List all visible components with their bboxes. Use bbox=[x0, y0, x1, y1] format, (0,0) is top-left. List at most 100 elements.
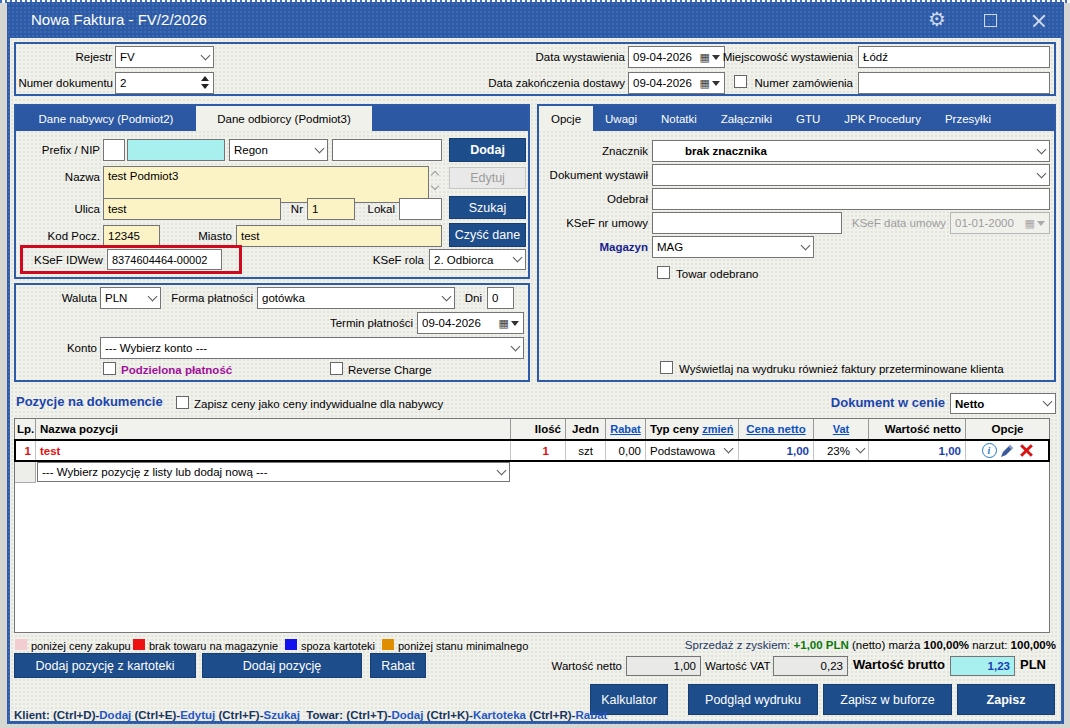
ulica-input[interactable]: test bbox=[103, 198, 281, 220]
forma-platnosci-value: gotówka bbox=[262, 292, 443, 304]
settings-gear-icon[interactable]: ⚙ bbox=[928, 7, 946, 31]
tab-zalaczniki[interactable]: Załączniki bbox=[709, 106, 784, 131]
regon-select[interactable]: Regon bbox=[229, 139, 328, 161]
odebral-input[interactable] bbox=[652, 188, 1050, 210]
ulica-label: Ulica bbox=[30, 202, 100, 216]
rabat-button[interactable]: Rabat bbox=[370, 653, 426, 678]
spinner-arrows-icon[interactable] bbox=[201, 76, 209, 89]
status-link-kartoteka: Kartoteka bbox=[473, 709, 526, 721]
dropdown-arrow-icon bbox=[712, 55, 720, 60]
tab-notatki[interactable]: Notatki bbox=[649, 106, 709, 131]
position-picker-select[interactable]: --- Wybierz pozycję z listy lub dodaj no… bbox=[37, 462, 510, 482]
dni-input[interactable]: 0 bbox=[487, 287, 514, 309]
nip-input[interactable] bbox=[127, 139, 225, 161]
col-vat[interactable]: Vat bbox=[814, 419, 869, 439]
row-vat[interactable]: 23% bbox=[814, 441, 869, 460]
edit-pencil-icon[interactable] bbox=[1000, 443, 1015, 458]
znacznik-label: Znacznik bbox=[560, 144, 648, 158]
profit-marza: 100,00% bbox=[924, 639, 969, 651]
znacznik-select[interactable]: brak znacznika bbox=[652, 140, 1050, 162]
magazyn-select[interactable]: MAG bbox=[652, 236, 814, 258]
wyswietlaj-checkbox[interactable] bbox=[660, 361, 673, 374]
kod-pocztowy-input[interactable]: 12345 bbox=[103, 225, 160, 247]
rejestr-label: Rejestr bbox=[24, 50, 112, 64]
dropdown-arrow-icon bbox=[1037, 221, 1045, 226]
chevron-down-icon bbox=[1037, 168, 1047, 178]
dodaj-button[interactable]: Dodaj bbox=[449, 138, 526, 162]
legend-label-2: brak towaru na magazynie bbox=[149, 639, 278, 653]
tab-jpk-procedury[interactable]: JPK Procedury bbox=[832, 106, 933, 131]
ksef-rola-select[interactable]: 2. Odbiorca bbox=[429, 249, 526, 270]
status-link-szukaj: Szukaj bbox=[264, 709, 300, 721]
zapisz-button[interactable]: Zapisz bbox=[957, 684, 1055, 715]
delete-x-icon[interactable] bbox=[1018, 443, 1033, 458]
regon-number-input[interactable] bbox=[332, 139, 442, 161]
tab-dane-nabywcy[interactable]: Dane nabywcy (Podmiot2) bbox=[16, 106, 196, 131]
rejestr-select[interactable]: FV bbox=[115, 46, 214, 68]
data-zakonczenia-value: 09-04-2026 bbox=[633, 77, 700, 89]
data-zakonczenia-input[interactable]: 09-04-2026▦ bbox=[628, 72, 725, 94]
waluta-select[interactable]: PLN bbox=[100, 287, 161, 309]
nazwa-scroll-arrows-icon[interactable] bbox=[432, 172, 438, 189]
profit-label: Sprzedaż z zyskiem: bbox=[685, 639, 790, 651]
nr-label: Nr bbox=[283, 202, 303, 216]
positions-table-header: Lp. Nazwa pozycji Ilość Jedn Rabat Typ c… bbox=[15, 419, 1049, 440]
szukaj-button[interactable]: Szukaj bbox=[449, 196, 526, 219]
ksef-data-umowy-input: 01-01-2000▦ bbox=[950, 212, 1050, 234]
tab-dane-odbiorcy[interactable]: Dane odbiorcy (Podmiot3) bbox=[196, 106, 372, 131]
miejscowosc-input[interactable]: Łódź bbox=[858, 46, 1050, 68]
czysc-dane-button[interactable]: Czyść dane bbox=[449, 223, 526, 247]
wartosc-vat-field: 0,23 bbox=[773, 656, 848, 676]
wartosc-netto-field: 1,00 bbox=[626, 656, 701, 676]
ksef-idwew-input[interactable]: 8374604464-00002 bbox=[107, 249, 222, 270]
podzielona-platnosc-checkbox[interactable] bbox=[103, 362, 116, 375]
prefix-input[interactable] bbox=[103, 139, 125, 161]
ksef-rola-value: 2. Odbiorca bbox=[434, 254, 514, 266]
termin-platnosci-input[interactable]: 09-04-2026▦ bbox=[417, 312, 524, 334]
tab-gtu[interactable]: GTU bbox=[784, 106, 832, 131]
position-picker-value: --- Wybierz pozycję z listy lub dodaj no… bbox=[42, 466, 498, 478]
tab-uwagi[interactable]: Uwagi bbox=[593, 106, 649, 131]
zapisz-ceny-checkbox[interactable] bbox=[176, 396, 189, 409]
calendar-icon: ▦ bbox=[1025, 218, 1035, 228]
rejestr-value: FV bbox=[120, 51, 202, 63]
konto-select[interactable]: --- Wybierz konto --- bbox=[100, 337, 524, 359]
dokument-w-cenie-select[interactable]: Netto bbox=[950, 393, 1056, 414]
ksef-nr-umowy-input[interactable] bbox=[652, 212, 842, 234]
zapisz-w-buforze-button[interactable]: Zapisz w buforze bbox=[823, 684, 952, 715]
chevron-down-icon bbox=[497, 465, 507, 475]
legend-swatch-blue bbox=[285, 639, 297, 650]
miasto-input[interactable]: test bbox=[236, 225, 442, 247]
status-link-dodaj-towar: Dodaj bbox=[391, 709, 423, 721]
ksef-idwew-label: KSeF IDWew bbox=[34, 253, 103, 267]
close-icon[interactable] bbox=[1031, 13, 1047, 29]
chevron-down-icon bbox=[513, 253, 523, 263]
waluta-label: Waluta bbox=[30, 291, 97, 305]
dodaj-pozycje-z-kartoteki-button[interactable]: Dodaj pozycję z kartoteki bbox=[14, 653, 196, 678]
wartosc-brutto-value: 1,23 bbox=[988, 660, 1010, 672]
info-icon[interactable]: i bbox=[982, 443, 997, 458]
numer-zamowienia-input[interactable] bbox=[858, 72, 1050, 94]
forma-platnosci-select[interactable]: gotówka bbox=[257, 287, 455, 309]
dodaj-pozycje-button[interactable]: Dodaj pozycję bbox=[202, 653, 362, 678]
reverse-charge-checkbox[interactable] bbox=[330, 362, 343, 375]
podglad-wydruku-button[interactable]: Podgląd wydruku bbox=[688, 684, 818, 715]
tab-przesylki[interactable]: Przesyłki bbox=[933, 106, 1003, 131]
nr-input[interactable]: 1 bbox=[307, 198, 355, 220]
col-rabat[interactable]: Rabat bbox=[606, 419, 646, 439]
row-typ-ceny[interactable]: Podstawowa bbox=[646, 441, 739, 460]
miejscowosc-label: Miejscowość wystawienia bbox=[722, 50, 853, 64]
maximize-icon[interactable] bbox=[984, 14, 997, 27]
numer-dokumentu-input[interactable]: 2 bbox=[115, 72, 214, 94]
dokument-wystawil-select[interactable] bbox=[652, 164, 1050, 186]
col-zmien-link[interactable]: zmień bbox=[702, 423, 733, 435]
tab-opcje[interactable]: Opcje bbox=[539, 106, 593, 131]
legend-label-4: poniżej stanu minimalnego bbox=[398, 639, 528, 653]
edytuj-button[interactable]: Edytuj bbox=[449, 167, 526, 189]
reverse-charge-label: Reverse Charge bbox=[348, 363, 432, 377]
position-row[interactable]: 1 test 1 szt 0,00 Podstawowa 1,00 23% 1,… bbox=[14, 439, 1050, 462]
towar-odebrano-checkbox[interactable] bbox=[657, 266, 670, 279]
lokal-input[interactable] bbox=[399, 198, 442, 220]
data-wystawienia-input[interactable]: 09-04-2026▦ bbox=[628, 46, 725, 68]
col-cena-netto[interactable]: Cena netto bbox=[739, 419, 814, 439]
